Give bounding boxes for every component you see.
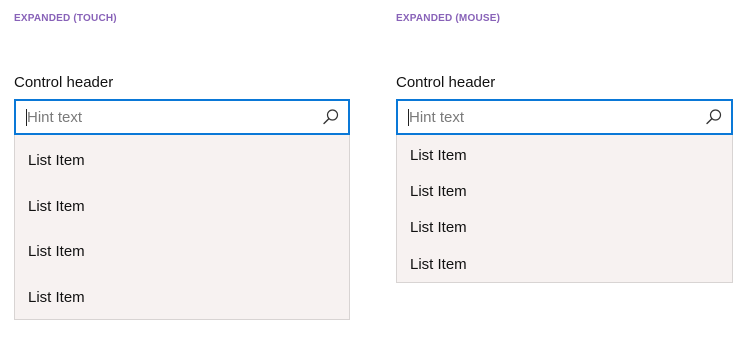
list-item[interactable]: List Item <box>410 147 467 164</box>
section-label: EXPANDED (TOUCH) <box>14 13 117 24</box>
hint-text: Hint text <box>27 109 83 126</box>
control-header: Control header <box>14 74 114 91</box>
list-item[interactable]: List Item <box>28 243 85 260</box>
search-icon[interactable] <box>322 108 340 126</box>
suggestion-list: List Item List Item List Item List Item <box>396 135 733 283</box>
search-input[interactable]: Hint text <box>396 99 733 135</box>
list-item[interactable]: List Item <box>28 289 85 306</box>
list-item[interactable]: List Item <box>28 152 85 169</box>
list-item[interactable]: List Item <box>410 219 467 236</box>
search-input[interactable]: Hint text <box>14 99 350 135</box>
suggestion-list: List Item List Item List Item List Item <box>14 135 350 320</box>
hint-text: Hint text <box>409 109 465 126</box>
list-item[interactable]: List Item <box>28 198 85 215</box>
control-header: Control header <box>396 74 496 91</box>
search-icon[interactable] <box>705 108 723 126</box>
section-label: EXPANDED (MOUSE) <box>396 13 501 24</box>
list-item[interactable]: List Item <box>410 256 467 273</box>
list-item[interactable]: List Item <box>410 183 467 200</box>
